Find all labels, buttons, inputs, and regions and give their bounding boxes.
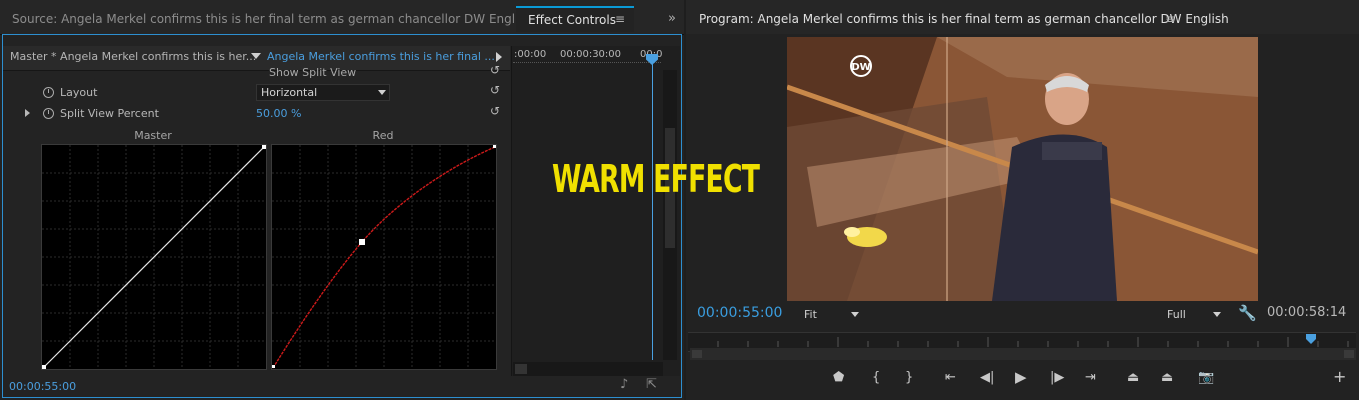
layout-value: Horizontal [261,86,318,99]
master-curve-svg [42,145,266,369]
program-video-frame: DW [787,37,1258,301]
reset-icon[interactable]: ↺ [490,83,500,97]
scrollbar-left-handle[interactable] [692,350,702,358]
step-forward-icon[interactable]: |▶ [1050,370,1064,385]
master-curve-title: Master [134,129,172,142]
chevron-down-icon[interactable] [851,312,859,317]
clip-name-link[interactable]: Angela Merkel confirms this is her final… [267,50,495,63]
play-icon[interactable]: ▶ [1015,368,1027,386]
red-curve-graph[interactable] [271,144,497,370]
program-monitor-title[interactable]: Program: Angela Merkel confirms this is … [699,12,1229,26]
dw-logo-text: DW [851,62,870,73]
reset-icon[interactable]: ↺ [490,63,500,77]
split-view-percent-value[interactable]: 50.00 % [256,107,301,120]
effect-controls-timeline[interactable] [511,46,680,376]
playhead-line [652,60,653,360]
horizontal-scroll-thumb[interactable] [515,364,527,374]
master-curve-graph[interactable] [41,144,267,370]
red-curve-title: Red [372,129,394,142]
program-current-timecode[interactable]: 00:00:55:00 [697,305,782,321]
overflow-chevron-icon[interactable]: » [668,11,676,26]
stopwatch-icon[interactable] [43,108,54,119]
add-marker-icon[interactable]: ⬟ [833,370,844,385]
lift-icon[interactable]: ⏏ [1127,370,1139,385]
reset-icon[interactable]: ↺ [490,104,500,118]
panel-menu-icon[interactable]: ≡ [1165,12,1175,26]
panel-menu-icon[interactable]: ≡ [615,12,625,26]
master-clip-label[interactable]: Master * Angela Merkel confirms this is … [10,50,256,63]
overlay-caption: WARM EFFECT [552,157,760,201]
clip-dropdown-icon[interactable] [251,53,261,59]
wrench-icon[interactable]: 🔧 [1238,304,1257,322]
timeline-tick: 00:00:30:00 [560,49,622,60]
filter-audio-icon[interactable]: ♪ [620,377,628,392]
show-split-view-label[interactable]: Show Split View [269,66,356,79]
program-duration-timecode: 00:00:58:14 [1267,305,1347,320]
video-frame-svg: DW [787,37,1258,301]
curve-control-point [359,239,365,245]
extract-icon[interactable]: ⏏ [1161,370,1173,385]
layout-label: Layout [60,86,98,99]
split-view-percent-label: Split View Percent [60,107,159,120]
export-frame-icon[interactable]: 📷 [1198,370,1214,385]
go-to-in-icon[interactable]: ⇤ [945,370,956,385]
step-back-icon[interactable]: ◀| [980,370,994,385]
go-to-out-icon[interactable]: ⇥ [1085,370,1096,385]
horizontal-scrollbar[interactable] [513,362,663,376]
tab-source[interactable]: Source: Angela Merkel confirms this is h… [12,6,563,33]
red-curve-svg [272,145,496,369]
resolution-select[interactable]: Full [1167,308,1186,321]
chevron-down-icon [378,90,386,95]
stopwatch-icon[interactable] [43,87,54,98]
add-button-icon[interactable]: + [1333,367,1346,386]
mark-in-icon[interactable]: { [872,370,880,385]
expand-triangle-icon[interactable] [25,109,30,117]
timeline-ruler [513,62,661,67]
mark-out-icon[interactable]: } [905,370,913,385]
zoom-select[interactable]: Fit [804,308,817,321]
program-zoom-scrollbar[interactable] [690,348,1356,360]
scrollbar-right-handle[interactable] [1344,350,1354,358]
timeline-tick: :00:00 [514,49,547,60]
chevron-down-icon[interactable] [1213,312,1221,317]
show-timeline-toggle-icon[interactable] [496,52,502,62]
effect-controls-timecode[interactable]: 00:00:55:00 [9,380,76,393]
tab-effect-controls-label: Effect Controls [528,13,616,27]
export-icon[interactable]: ⇱ [646,377,657,392]
